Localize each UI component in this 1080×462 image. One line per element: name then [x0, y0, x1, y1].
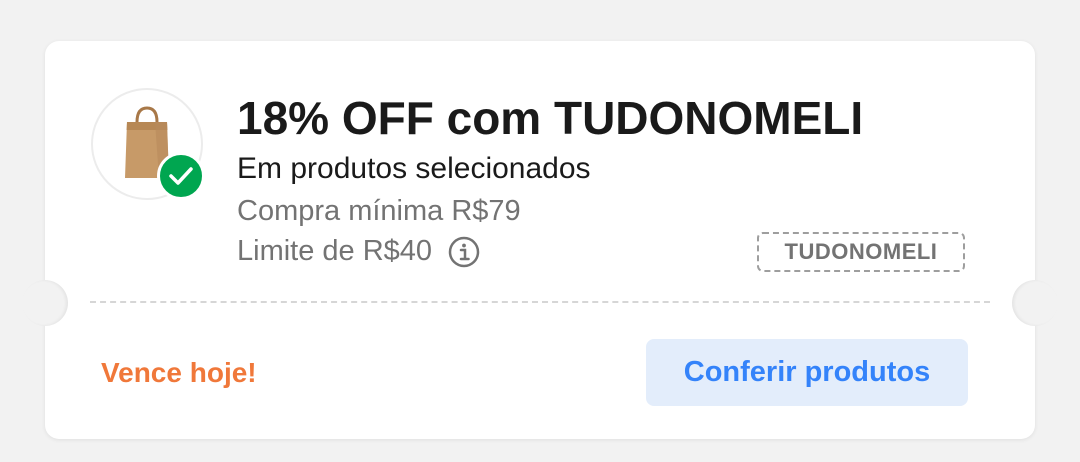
coupon-card: 18% OFF com TUDONOMELI Em produtos selec…	[22, 41, 1058, 439]
check-icon	[169, 167, 193, 185]
coupon-title: 18% OFF com TUDONOMELI	[237, 92, 864, 144]
coupon-code-chip: TUDONOMELI	[757, 232, 965, 272]
ticket-notch-left	[22, 280, 68, 326]
minimum-purchase: Compra mínima R$79	[237, 195, 521, 227]
dashed-divider	[90, 301, 990, 303]
view-products-button[interactable]: Conferir produtos	[646, 339, 968, 406]
discount-limit: Limite de R$40	[237, 235, 433, 267]
ticket-notch-right	[1012, 280, 1058, 326]
info-icon[interactable]	[448, 236, 480, 268]
applied-check-badge	[157, 152, 205, 200]
coupon-subtitle: Em produtos selecionados	[237, 152, 591, 185]
discount-limit-row: Limite de R$40	[237, 235, 480, 268]
expiration-label: Vence hoje!	[101, 357, 257, 388]
